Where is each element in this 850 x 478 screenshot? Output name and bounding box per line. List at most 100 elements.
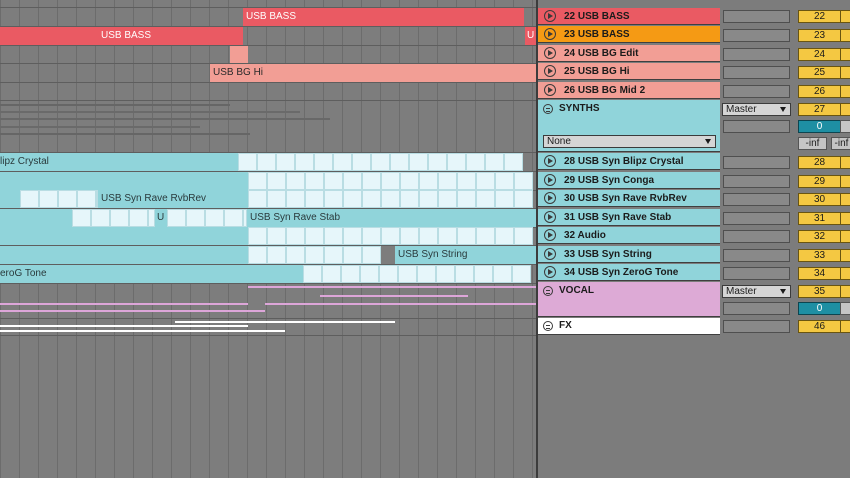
empty-clip-slot[interactable] [495, 227, 514, 245]
empty-clip-slot[interactable] [485, 153, 504, 171]
track-number[interactable]: 34 [798, 267, 841, 280]
empty-clip-slot[interactable] [419, 190, 438, 208]
empty-clip-slot[interactable] [248, 172, 267, 190]
empty-clip-slot[interactable] [129, 209, 148, 227]
empty-clip-slot[interactable] [248, 246, 267, 264]
play-icon[interactable] [544, 28, 556, 40]
empty-clip-slot[interactable] [476, 190, 495, 208]
group-header-vocal[interactable]: VOCAL [538, 282, 720, 317]
empty-clip-slot[interactable] [493, 265, 512, 283]
empty-clip-slot[interactable] [360, 265, 379, 283]
track-header-32[interactable]: 32 Audio [538, 227, 720, 244]
empty-clip-slot[interactable] [286, 190, 305, 208]
empty-clip-slot[interactable] [324, 190, 343, 208]
empty-clip-slot[interactable] [495, 190, 514, 208]
empty-clip-slot[interactable] [362, 246, 381, 264]
track-number[interactable]: 46 [798, 320, 841, 333]
empty-clip-slot[interactable] [474, 265, 493, 283]
empty-clip-slot[interactable] [419, 172, 438, 190]
track-header-23[interactable]: 23 USB BASS [538, 26, 720, 43]
track-header-24[interactable]: 24 USB BG Edit [538, 45, 720, 62]
empty-clip-slot[interactable] [305, 172, 324, 190]
empty-clip-slot[interactable] [91, 209, 110, 227]
empty-clip-slot[interactable] [341, 265, 360, 283]
group-fold-icon[interactable] [543, 104, 553, 114]
track-header-22[interactable]: 22 USB BASS [538, 8, 720, 25]
play-icon[interactable] [544, 155, 556, 167]
empty-clip-slot[interactable] [514, 172, 533, 190]
empty-clip-slot[interactable] [286, 246, 305, 264]
empty-clip-slot[interactable] [186, 209, 205, 227]
play-icon[interactable] [544, 192, 556, 204]
clip-usb-bass-2[interactable]: USB BASS [0, 27, 243, 45]
empty-clip-slot[interactable] [110, 209, 129, 227]
clip-usb-bass-1[interactable]: USB BASS [243, 8, 524, 26]
empty-clip-slot[interactable] [72, 209, 91, 227]
empty-clip-slot[interactable] [248, 190, 267, 208]
empty-clip-slot[interactable] [476, 227, 495, 245]
track-activator-slot[interactable] [723, 48, 790, 61]
empty-clip-slot[interactable] [58, 190, 77, 208]
track-number[interactable]: 22 [798, 10, 841, 23]
track-number[interactable]: 33 [798, 249, 841, 262]
empty-clip-slot[interactable] [455, 265, 474, 283]
play-icon[interactable] [544, 47, 556, 59]
empty-clip-slot[interactable] [167, 209, 186, 227]
empty-clip-slot[interactable] [267, 227, 286, 245]
clip-syn-rave-stab[interactable]: USB Syn Rave Stab [247, 209, 536, 227]
track-number[interactable]: 35 [798, 285, 841, 298]
empty-clip-slot[interactable] [457, 190, 476, 208]
track-activator-slot[interactable] [723, 85, 790, 98]
clip-audio-32[interactable] [0, 227, 248, 245]
track-header-30[interactable]: 30 USB Syn Rave RvbRev [538, 190, 720, 207]
clip-usb-bg-hi[interactable]: USB BG Hi [210, 64, 536, 82]
track-header-29[interactable]: 29 USB Syn Conga [538, 172, 720, 189]
vocal-volume[interactable]: 0 [798, 302, 841, 315]
empty-clip-slot[interactable] [257, 153, 276, 171]
clip-syn-rave-rvbrev[interactable]: USB Syn Rave RvbRev [98, 190, 248, 208]
group-fold-icon[interactable] [543, 321, 553, 331]
track-activator-slot[interactable] [723, 320, 790, 333]
empty-clip-slot[interactable] [343, 172, 362, 190]
empty-clip-slot[interactable] [438, 190, 457, 208]
empty-clip-slot[interactable] [381, 190, 400, 208]
clip-zerog-tone[interactable]: eroG Tone [0, 265, 303, 283]
empty-clip-slot[interactable] [400, 172, 419, 190]
track-header-25[interactable]: 25 USB BG Hi [538, 63, 720, 80]
track-header-33[interactable]: 33 USB Syn String [538, 246, 720, 263]
empty-clip-slot[interactable] [400, 227, 419, 245]
empty-clip-slot[interactable] [39, 190, 58, 208]
track-header-34[interactable]: 34 USB Syn ZeroG Tone [538, 264, 720, 281]
vocal-pan-field[interactable] [840, 302, 850, 315]
track-number[interactable]: 31 [798, 212, 841, 225]
clip-syn-conga[interactable] [0, 172, 248, 190]
clip-syn-rave-rvbrev-a[interactable] [0, 190, 20, 208]
track-number[interactable]: 32 [798, 230, 841, 243]
empty-clip-slot[interactable] [324, 172, 343, 190]
arrangement-view[interactable]: USB BASS USB BASS U USB BG Hi lipz Cryst… [0, 0, 537, 478]
track-number[interactable]: 30 [798, 193, 841, 206]
empty-clip-slot[interactable] [324, 227, 343, 245]
empty-clip-slot[interactable] [324, 246, 343, 264]
empty-clip-slot[interactable] [362, 227, 381, 245]
empty-clip-slot[interactable] [457, 227, 476, 245]
empty-clip-slot[interactable] [333, 153, 352, 171]
empty-clip-slot[interactable] [419, 227, 438, 245]
track-activator-slot[interactable] [723, 249, 790, 262]
empty-clip-slot[interactable] [512, 265, 531, 283]
empty-clip-slot[interactable] [417, 265, 436, 283]
track-number[interactable]: 23 [798, 29, 841, 42]
empty-clip-slot[interactable] [362, 172, 381, 190]
empty-clip-slot[interactable] [205, 209, 224, 227]
empty-clip-slot[interactable] [305, 190, 324, 208]
empty-clip-slot[interactable] [238, 153, 257, 171]
empty-clip-slot[interactable] [267, 172, 286, 190]
empty-clip-slot[interactable] [438, 227, 457, 245]
clip-syn-rave-stab-a[interactable] [0, 209, 72, 227]
empty-clip-slot[interactable] [295, 153, 314, 171]
play-icon[interactable] [544, 266, 556, 278]
empty-clip-slot[interactable] [381, 172, 400, 190]
clip-syn-rave-stab-short[interactable]: U [155, 209, 167, 227]
input-select[interactable]: None [543, 135, 716, 148]
empty-clip-slot[interactable] [286, 172, 305, 190]
